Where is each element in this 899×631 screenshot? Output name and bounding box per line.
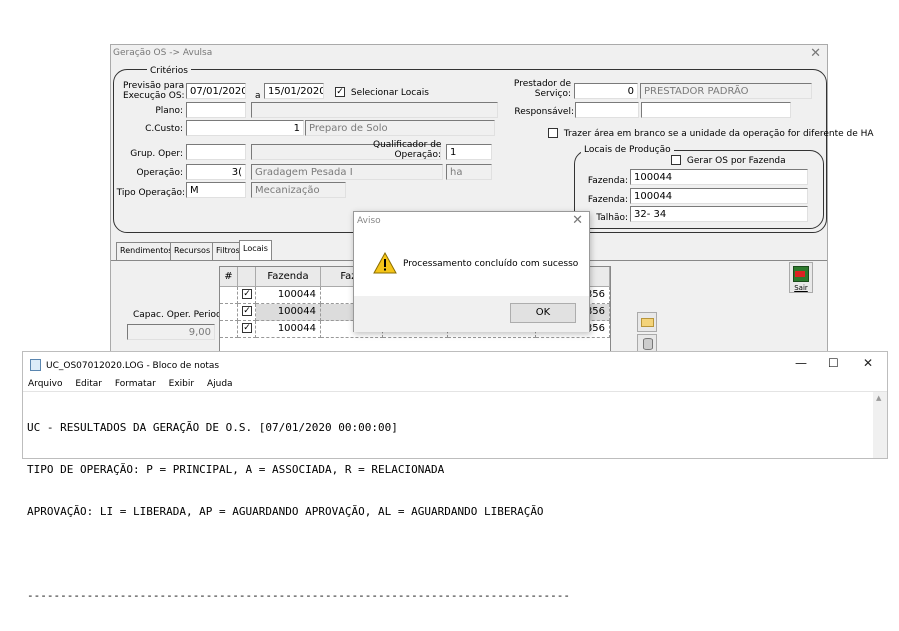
aviso-dialog: Aviso ✕ Processamento concluído com suce…	[353, 211, 590, 332]
table-cell	[220, 304, 238, 321]
grid-header	[238, 267, 256, 287]
operacao-code-input[interactable]: 3(	[186, 164, 246, 180]
check-icon: ✓	[242, 306, 252, 316]
text-line: ----------------------------------------…	[27, 589, 571, 602]
trazer-area-checkbox[interactable]: Trazer área em branco se a unidade da op…	[548, 128, 874, 139]
responsavel-label: Responsável:	[514, 107, 574, 117]
menu-formatar[interactable]: Formatar	[115, 379, 156, 389]
capac-label: Capac. Oper. Periodo	[133, 310, 228, 320]
ccusto-code-input[interactable]: 1	[186, 120, 304, 136]
grup-oper-label: Grup. Oper:	[130, 149, 183, 159]
prestador-label: Prestador de Serviço:	[513, 79, 571, 99]
menu-arquivo[interactable]: Arquivo	[28, 379, 62, 389]
ok-button[interactable]: OK	[510, 303, 576, 323]
responsavel-input[interactable]	[575, 102, 639, 118]
tipo-operacao-desc: Mecanização	[251, 182, 346, 198]
operacao-desc: Gradagem Pesada I	[251, 164, 443, 180]
notepad-icon	[30, 359, 41, 371]
sair-button[interactable]: Sair	[789, 262, 813, 293]
minimize-icon[interactable]: —	[795, 356, 807, 370]
prestador-code-input[interactable]: 0	[574, 83, 638, 99]
cell-fazenda: 100044	[256, 304, 321, 321]
dialog-footer: OK	[354, 296, 589, 332]
operacao-label: Operação:	[136, 168, 183, 178]
menu-editar[interactable]: Editar	[75, 379, 102, 389]
row-checkbox[interactable]: ✓	[238, 287, 256, 304]
menu-ajuda[interactable]: Ajuda	[207, 379, 233, 389]
text-line	[27, 547, 570, 561]
ccusto-label: C.Custo:	[145, 124, 183, 134]
table-cell	[220, 321, 238, 338]
plano-input[interactable]	[186, 102, 246, 118]
grid-header: #	[220, 267, 238, 287]
qualificador-input[interactable]: 1	[446, 144, 492, 160]
checkbox-box	[671, 155, 681, 165]
date-from-input[interactable]: 07/01/2020	[186, 83, 246, 99]
tab-recursos[interactable]: Recursos	[170, 242, 215, 260]
a-label: a	[255, 91, 261, 101]
fazenda-input-2[interactable]: 100044	[630, 188, 808, 204]
operacao-unit: ha	[446, 164, 492, 180]
grup-oper-input[interactable]	[186, 144, 246, 160]
date-to-input[interactable]: 15/01/2020	[264, 83, 324, 99]
talhao-input[interactable]: 32- 34	[630, 206, 808, 222]
tipo-operacao-label: Tipo Operação:	[116, 188, 185, 198]
sair-label: Sair	[794, 284, 808, 292]
folder-icon	[641, 318, 654, 327]
locais-producao-legend: Locais de Produção	[581, 145, 674, 155]
gerar-os-checkbox[interactable]: Gerar OS por Fazenda	[671, 155, 786, 166]
close-icon[interactable]: ✕	[863, 356, 873, 370]
close-icon[interactable]: ✕	[810, 46, 821, 61]
database-icon	[643, 338, 653, 350]
close-icon[interactable]: ✕	[572, 213, 583, 228]
maximize-icon[interactable]: ☐	[828, 356, 839, 370]
row-checkbox[interactable]: ✓	[238, 304, 256, 321]
scroll-up-icon[interactable]: ▲	[876, 394, 881, 402]
fazenda-label-1: Fazenda:	[587, 176, 628, 186]
selecionar-locais-checkbox[interactable]: ✓ Selecionar Locais	[335, 87, 429, 98]
previsao-label: Previsão para Execução OS:	[123, 81, 185, 101]
notepad-menubar: Arquivo Editar Formatar Exibir Ajuda	[28, 379, 243, 389]
dialog-title: Aviso	[357, 216, 381, 226]
notepad-title: UC_OS07012020.LOG - Bloco de notas	[46, 361, 220, 371]
warning-icon	[373, 252, 397, 274]
menu-divider	[23, 391, 887, 392]
checkbox-box	[548, 128, 558, 138]
criterios-legend: Critérios	[147, 66, 191, 76]
prestador-name: PRESTADOR PADRÃO	[640, 83, 812, 99]
folder-button[interactable]	[637, 312, 657, 332]
cell-fazenda: 100044	[256, 321, 321, 338]
vertical-scrollbar[interactable]: ▲	[873, 392, 887, 458]
text-line: APROVAÇÃO: LI = LIBERADA, AP = AGUARDAND…	[27, 505, 544, 518]
check-icon: ✓	[335, 87, 345, 97]
dialog-message: Processamento concluído com sucesso	[403, 259, 579, 269]
tipo-operacao-input[interactable]: M	[186, 182, 246, 198]
window-title: Geração OS -> Avulsa	[113, 48, 213, 58]
check-icon: ✓	[242, 323, 252, 333]
notepad-window: UC_OS07012020.LOG - Bloco de notas — ☐ ✕…	[22, 351, 888, 602]
text-line: TIPO DE OPERAÇÃO: P = PRINCIPAL, A = ASS…	[27, 463, 445, 476]
grid-header: Fazenda	[256, 267, 321, 287]
qualificador-label: Qualificador de Operação:	[373, 140, 442, 160]
table-cell	[220, 287, 238, 304]
row-checkbox[interactable]: ✓	[238, 321, 256, 338]
notepad-text-area[interactable]: UC - RESULTADOS DA GERAÇÃO DE O.S. [07/0…	[27, 393, 570, 631]
fazenda-label-2: Fazenda:	[587, 195, 628, 205]
text-line: UC - RESULTADOS DA GERAÇÃO DE O.S. [07/0…	[27, 421, 398, 434]
tab-rendimentos[interactable]: Rendimentos	[116, 242, 177, 260]
capac-value: 9,00	[127, 324, 215, 340]
tab-locais[interactable]: Locais	[239, 240, 272, 260]
check-icon: ✓	[242, 289, 252, 299]
responsavel-desc	[641, 102, 791, 118]
plano-desc	[251, 102, 498, 118]
menu-exibir[interactable]: Exibir	[169, 379, 194, 389]
exit-door-icon	[793, 266, 809, 282]
cell-fazenda: 100044	[256, 287, 321, 304]
fazenda-input-1[interactable]: 100044	[630, 169, 808, 185]
plano-label: Plano:	[155, 106, 183, 116]
ccusto-desc: Preparo de Solo	[305, 120, 495, 136]
